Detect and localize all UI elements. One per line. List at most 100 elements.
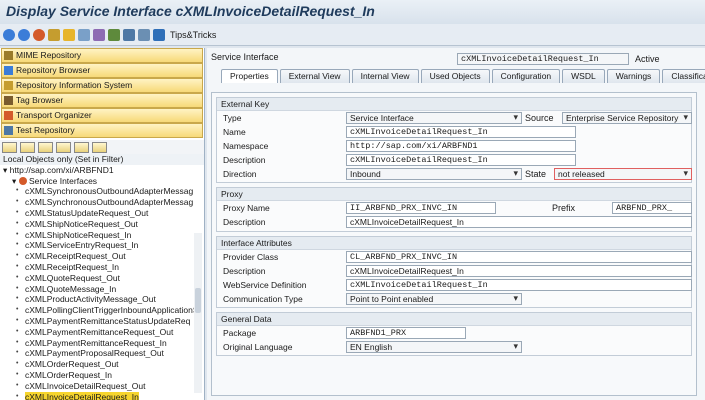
expand-icon[interactable] <box>2 141 17 153</box>
mime-icon <box>4 50 13 60</box>
object-list-icon[interactable] <box>93 28 105 41</box>
where-used-icon[interactable] <box>78 28 90 41</box>
tab-properties[interactable]: Properties <box>221 69 278 83</box>
webservice-field[interactable]: cXMLInvoiceDetailRequest_In <box>346 279 692 291</box>
tree-item[interactable]: cXMLPollingClientTriggerInboundApplicati… <box>0 305 204 316</box>
back-icon[interactable] <box>3 28 15 41</box>
tree-item[interactable]: cXMLShipNoticeRequest_Out <box>0 219 204 230</box>
interface-attributes-title: Interface Attributes <box>217 237 691 250</box>
tab-external-view[interactable]: External View <box>279 69 350 83</box>
display-object-list-icon[interactable] <box>108 28 120 41</box>
tab-classifications[interactable]: Classifications <box>662 69 705 83</box>
tree-item[interactable]: cXMLInvoiceDetailRequest_In <box>0 391 204 400</box>
direction-label: Direction <box>223 169 257 179</box>
tree-item[interactable]: cXMLShipNoticeRequest_In <box>0 230 204 241</box>
tag-icon <box>4 95 13 105</box>
tree-item[interactable]: cXMLQuoteRequest_Out <box>0 273 204 284</box>
tree-item-label: cXMLPaymentRemittanceRequest_Out <box>25 326 174 337</box>
nav-item-4[interactable]: Transport Organizer <box>1 108 203 123</box>
tree-item[interactable]: cXMLReceiptRequest_Out <box>0 251 204 262</box>
help-icon[interactable] <box>153 28 165 41</box>
tree-item[interactable]: cXMLOrderRequest_In <box>0 370 204 381</box>
nav-item-label: MIME Repository <box>16 50 82 61</box>
nav-item-label: Repository Information System <box>16 80 133 91</box>
tree-item-label: cXMLPaymentRemittanceRequest_In <box>25 337 167 348</box>
tree-item[interactable]: cXMLSynchronousOutboundAdapterMessag <box>0 197 204 208</box>
nav-item-label: Transport Organizer <box>16 110 92 121</box>
nav-item-2[interactable]: Repository Information System <box>1 78 203 93</box>
activate-icon[interactable] <box>63 28 75 41</box>
folder-label: Service Interfaces <box>29 175 98 186</box>
nav-item-0[interactable]: MIME Repository <box>1 48 203 63</box>
tree-item-label: cXMLShipNoticeRequest_Out <box>25 218 138 229</box>
tab-internal-view[interactable]: Internal View <box>351 69 419 83</box>
tree-item-label: cXMLInvoiceDetailRequest_In <box>25 391 139 400</box>
language-select[interactable]: EN English <box>346 341 522 353</box>
display-change-icon[interactable] <box>48 28 60 41</box>
source-select[interactable]: Enterprise Service Repository <box>562 112 692 124</box>
nav-item-1[interactable]: Repository Browser <box>1 63 203 78</box>
webservice-label: WebService Definition <box>223 280 307 290</box>
attr-description-field[interactable]: cXMLInvoiceDetailRequest_In <box>346 265 692 277</box>
info-icon[interactable] <box>92 141 107 153</box>
test-icon <box>4 125 13 135</box>
tree-item-label: cXMLQuoteRequest_Out <box>25 272 120 283</box>
object-name-field: cXMLInvoiceDetailRequest_In <box>457 53 629 65</box>
tree-item[interactable]: cXMLPaymentRemittanceRequest_In <box>0 338 204 349</box>
tab-configuration[interactable]: Configuration <box>491 69 561 83</box>
tree-scrollbar[interactable] <box>194 233 202 393</box>
tree-item-label: cXMLOrderRequest_In <box>25 369 112 380</box>
tab-wsdl[interactable]: WSDL <box>562 69 605 83</box>
tree-item[interactable]: cXMLOrderRequest_Out <box>0 359 204 370</box>
filter-icon[interactable] <box>38 141 53 153</box>
collapse-icon[interactable] <box>20 141 35 153</box>
transport-icon <box>4 110 13 120</box>
tab-used-objects[interactable]: Used Objects <box>420 69 490 83</box>
prefix-field[interactable]: ARBFND_PRX_ <box>612 202 692 214</box>
description-field[interactable]: cXMLInvoiceDetailRequest_In <box>346 154 576 166</box>
tree-item[interactable]: cXMLPaymentRemittanceRequest_Out <box>0 327 204 338</box>
name-field[interactable]: cXMLInvoiceDetailRequest_In <box>346 126 576 138</box>
tips-tricks-button[interactable]: Tips&Tricks <box>170 30 216 40</box>
tree-item-label: cXMLPaymentProposalRequest_Out <box>25 348 164 359</box>
other-object-icon[interactable] <box>33 28 45 41</box>
nav-item-3[interactable]: Tag Browser <box>1 93 203 108</box>
tree-item[interactable]: cXMLServiceEntryRequest_In <box>0 240 204 251</box>
tree-item[interactable]: cXMLPaymentProposalRequest_Out <box>0 348 204 359</box>
proxy-name-field[interactable]: II_ARBFND_PRX_INVC_IN <box>346 202 496 214</box>
tree-item-label: cXMLServiceEntryRequest_In <box>25 240 139 251</box>
display-icon[interactable] <box>56 141 71 153</box>
tree-item-label: cXMLPaymentRemittanceStatusUpdateReq <box>25 315 191 326</box>
tree-item[interactable]: cXMLQuoteMessage_In <box>0 284 204 295</box>
nav-item-5[interactable]: Test Repository <box>1 123 203 138</box>
forward-icon[interactable] <box>18 28 30 41</box>
folder-node[interactable]: ▾ Service Interfaces <box>0 176 204 187</box>
tree-item[interactable]: cXMLInvoiceDetailRequest_Out <box>0 381 204 392</box>
communication-type-label: Communication Type <box>223 294 303 304</box>
tab-warnings[interactable]: Warnings <box>606 69 661 83</box>
tree-item-label: cXMLOrderRequest_Out <box>25 359 119 370</box>
tree-item[interactable]: cXMLProductActivityMessage_Out <box>0 294 204 305</box>
fullscreen-icon[interactable] <box>138 28 150 41</box>
attr-description-label: Description <box>223 266 266 276</box>
package-field[interactable]: ARBFND1_PRX <box>346 327 466 339</box>
tree-item[interactable]: cXMLPaymentRemittanceStatusUpdateReq <box>0 316 204 327</box>
namespace-field[interactable]: http://sap.com/xi/ARBFND1 <box>346 140 576 152</box>
tree-item[interactable]: cXMLSynchronousOutboundAdapterMessag <box>0 186 204 197</box>
proxy-description-field[interactable]: cXMLInvoiceDetailRequest_In <box>346 216 692 228</box>
tree-item-label: cXMLProductActivityMessage_Out <box>25 294 156 305</box>
navigation-window-icon[interactable] <box>123 28 135 41</box>
proxy-group: Proxy Proxy Name II_ARBFND_PRX_INVC_IN P… <box>216 187 692 232</box>
namespace-node[interactable]: ▾ http://sap.com/xi/ARBFND1 <box>0 165 204 176</box>
refresh-icon[interactable] <box>74 141 89 153</box>
direction-select[interactable]: Inbound <box>346 168 522 180</box>
tree-item-label: cXMLInvoiceDetailRequest_Out <box>25 380 146 391</box>
state-select[interactable]: not released <box>554 168 692 180</box>
type-select[interactable]: Service Interface <box>346 112 522 124</box>
external-key-title: External Key <box>217 98 691 111</box>
tree-item[interactable]: cXMLStatusUpdateRequest_Out <box>0 208 204 219</box>
object-toolbar <box>0 140 204 154</box>
communication-type-select[interactable]: Point to Point enabled <box>346 293 522 305</box>
provider-class-field[interactable]: CL_ARBFND_PRX_INVC_IN <box>346 251 692 263</box>
tree-item[interactable]: cXMLReceiptRequest_In <box>0 262 204 273</box>
